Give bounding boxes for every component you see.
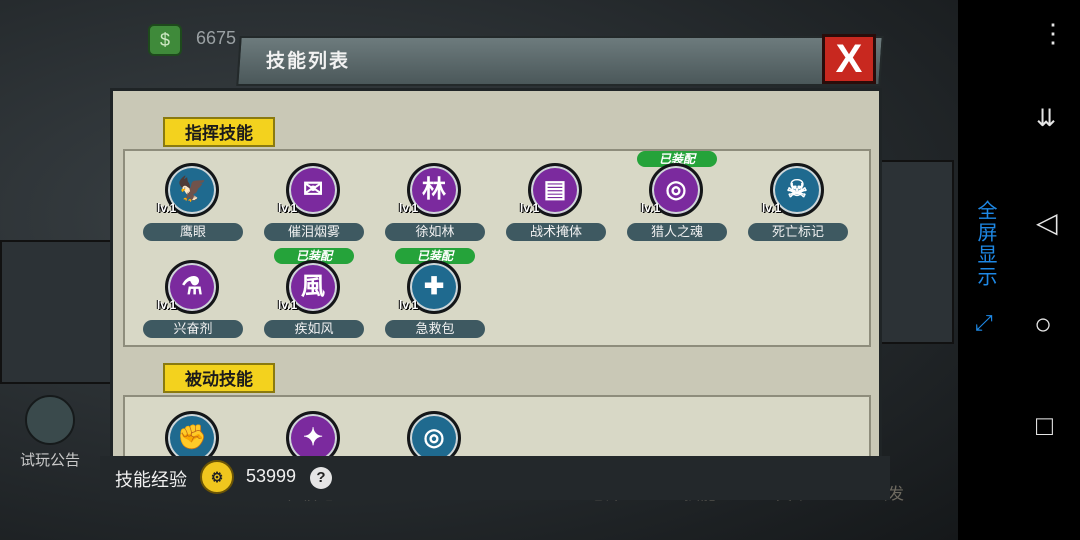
- skill-level: lv.1: [399, 201, 419, 215]
- skill-tile[interactable]: ⚗ lv.1 兴奋剂: [143, 260, 243, 340]
- passive-skill-tile[interactable]: ✦: [264, 411, 364, 457]
- recents-icon[interactable]: □: [1036, 410, 1053, 442]
- skill-level: lv.1: [641, 201, 661, 215]
- hide-bar-icon[interactable]: ⇊: [1036, 104, 1056, 133]
- skill-tile[interactable]: 已装配 ✚ lv.1 急救包: [385, 248, 485, 340]
- fullscreen-icon[interactable]: ⤢: [975, 310, 993, 336]
- skill-list-panel[interactable]: 指挥技能 被动技能 🦅 lv.1 鹰眼 ✉ lv.1 催泪烟雾林 lv.1 徐如林 ▤ lv.1 战…: [110, 88, 882, 460]
- skill-name: 徐如林: [385, 223, 485, 241]
- skill-exp-coin-icon: ⚙: [200, 460, 234, 494]
- passive-skill-icon: ✊: [165, 411, 219, 457]
- skill-tile[interactable]: 林 lv.1 徐如林: [385, 163, 485, 243]
- dialog-title: 技能列表: [266, 51, 351, 72]
- help-button[interactable]: ?: [310, 467, 332, 489]
- skill-tile[interactable]: 已装配 ◎ lv.1 猎人之魂: [627, 151, 727, 243]
- skill-level: lv.1: [520, 201, 540, 215]
- back-icon[interactable]: ◁: [1036, 206, 1058, 239]
- skill-level: lv.1: [278, 298, 298, 312]
- notice-label: 试玩公告: [19, 452, 80, 469]
- skill-exp-value: 53999: [246, 466, 297, 486]
- notice-button[interactable]: 试玩公告: [8, 395, 92, 470]
- fullscreen-label[interactable]: 全屏显示: [974, 200, 1000, 288]
- skill-level: lv.1: [278, 201, 298, 215]
- skill-name: 兴奋剂: [143, 320, 243, 338]
- skill-exp-label: 技能经验: [115, 470, 187, 490]
- more-options-icon[interactable]: ⋮: [1040, 20, 1066, 46]
- close-button[interactable]: X: [822, 34, 876, 84]
- background-building: [0, 240, 114, 384]
- passive-skill-icon: ◎: [407, 411, 461, 457]
- passive-skill-tile[interactable]: ✊: [143, 411, 243, 457]
- passive-skill-icon: ✦: [286, 411, 340, 457]
- money-icon: $: [148, 24, 182, 56]
- section-tag-passive: 被动技能: [163, 363, 275, 393]
- home-icon[interactable]: ○: [1034, 308, 1052, 342]
- skill-tile[interactable]: 已装配風 lv.1 疾如风: [264, 248, 364, 340]
- skill-name: 急救包: [385, 320, 485, 338]
- skill-name: 战术掩体: [506, 223, 606, 241]
- skill-level: lv.1: [157, 201, 177, 215]
- skill-name: 死亡标记: [748, 223, 848, 241]
- skill-name: 催泪烟雾: [264, 223, 364, 241]
- skill-name: 疾如风: [264, 320, 364, 338]
- skill-name: 鹰眼: [143, 223, 243, 241]
- section-tag-command: 指挥技能: [163, 117, 275, 147]
- skill-tile[interactable]: 🦅 lv.1 鹰眼: [143, 163, 243, 243]
- notice-icon: [25, 395, 75, 445]
- skill-level: lv.1: [762, 201, 782, 215]
- skill-tile[interactable]: ☠ lv.1 死亡标记: [748, 163, 848, 243]
- skill-level: lv.1: [399, 298, 419, 312]
- skill-tile[interactable]: ✉ lv.1 催泪烟雾: [264, 163, 364, 243]
- skill-tile[interactable]: ▤ lv.1 战术掩体: [506, 163, 606, 243]
- skill-level: lv.1: [157, 298, 177, 312]
- passive-skill-tile[interactable]: ◎: [385, 411, 485, 457]
- currency-value: 6675: [196, 28, 237, 48]
- skill-name: 猎人之魂: [627, 223, 727, 241]
